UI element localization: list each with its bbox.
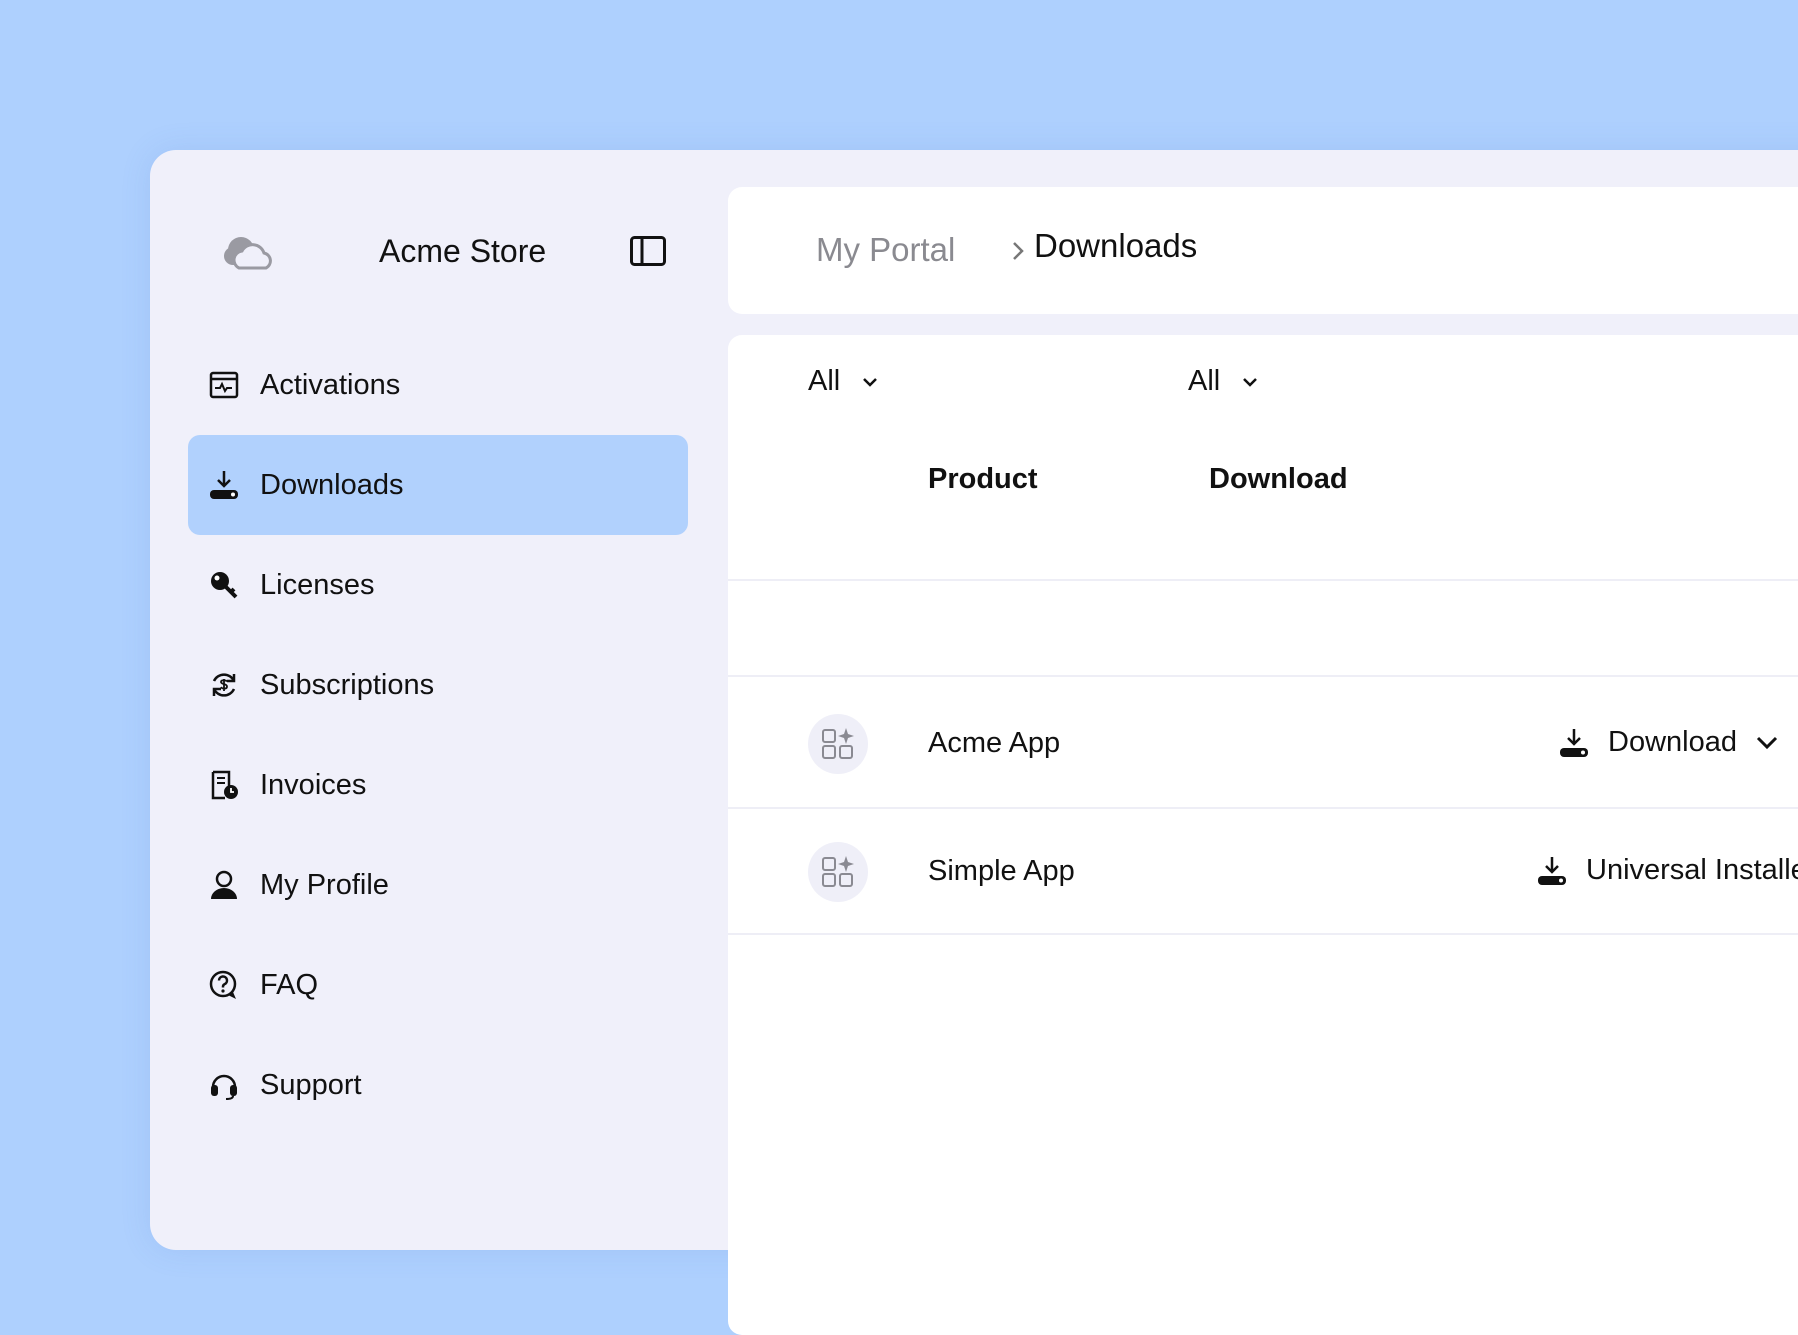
- sidebar-item-label: Licenses: [260, 569, 374, 602]
- question-icon: [208, 969, 240, 1001]
- product-name: Simple App: [928, 855, 1075, 888]
- app-grid-icon: [821, 855, 855, 889]
- activity-window-icon: [208, 369, 240, 401]
- product-icon: [808, 714, 868, 774]
- sidebar-item-label: Activations: [260, 369, 400, 402]
- divider: [728, 579, 1798, 581]
- sidebar-item-activations[interactable]: Activations: [188, 335, 688, 435]
- download-icon: [208, 469, 240, 501]
- chevron-down-icon: [862, 377, 878, 387]
- divider: [728, 675, 1798, 677]
- sidebar-item-downloads[interactable]: Downloads: [188, 435, 688, 535]
- cloud-logo-icon: [221, 230, 281, 272]
- header-bar: My Portal Downloads: [728, 187, 1798, 314]
- brand-name: Acme Store: [379, 230, 546, 272]
- subscription-icon: [208, 669, 240, 701]
- download-label: Universal Installer: [1586, 854, 1798, 887]
- app-grid-icon: [821, 727, 855, 761]
- column-header-download: Download: [1209, 463, 1348, 496]
- download-label: Download: [1608, 726, 1737, 759]
- filter-value: All: [1188, 365, 1220, 398]
- product-name: Acme App: [928, 727, 1060, 760]
- sidebar-item-licenses[interactable]: Licenses: [188, 535, 688, 635]
- sidebar-item-label: Downloads: [260, 469, 403, 502]
- sidebar-item-label: Subscriptions: [260, 669, 434, 702]
- chevron-down-icon: [1242, 377, 1258, 387]
- app-window: Acme Store Activations Downloads Licenses S…: [150, 150, 1798, 1250]
- column-header-product: Product: [928, 463, 1038, 496]
- chevron-right-icon: [1010, 239, 1026, 263]
- divider: [728, 933, 1798, 935]
- sidebar-item-faq[interactable]: FAQ: [188, 935, 688, 1035]
- sidebar-item-label: FAQ: [260, 969, 318, 1002]
- download-button[interactable]: Universal Installer: [1536, 854, 1798, 887]
- sidebar-item-subscriptions[interactable]: Subscriptions: [188, 635, 688, 735]
- sidebar-item-label: Support: [260, 1069, 362, 1102]
- chevron-down-icon[interactable]: [1755, 735, 1779, 751]
- filter-dropdown-2[interactable]: All: [1188, 365, 1258, 398]
- sidebar-item-my-profile[interactable]: My Profile: [188, 835, 688, 935]
- sidebar-item-label: Invoices: [260, 769, 366, 802]
- sidebar-toggle-icon[interactable]: [630, 236, 666, 266]
- user-icon: [208, 869, 240, 901]
- sidebar-item-label: My Profile: [260, 869, 389, 902]
- divider: [728, 807, 1798, 809]
- download-icon: [1558, 727, 1590, 759]
- filter-value: All: [808, 365, 840, 398]
- invoice-icon: [208, 769, 240, 801]
- headset-icon: [208, 1069, 240, 1101]
- sidebar-item-invoices[interactable]: Invoices: [188, 735, 688, 835]
- breadcrumb-parent[interactable]: My Portal: [816, 231, 955, 269]
- brand: Acme Store: [221, 230, 281, 272]
- product-icon: [808, 842, 868, 902]
- downloads-panel: All All Product Download Acme App Downloa…: [728, 335, 1798, 1335]
- download-icon: [1536, 855, 1568, 887]
- download-button[interactable]: Download: [1558, 726, 1779, 759]
- filter-dropdown-1[interactable]: All: [808, 365, 878, 398]
- breadcrumb-current: Downloads: [1034, 227, 1197, 265]
- sidebar-item-support[interactable]: Support: [188, 1035, 688, 1135]
- key-icon: [208, 569, 240, 601]
